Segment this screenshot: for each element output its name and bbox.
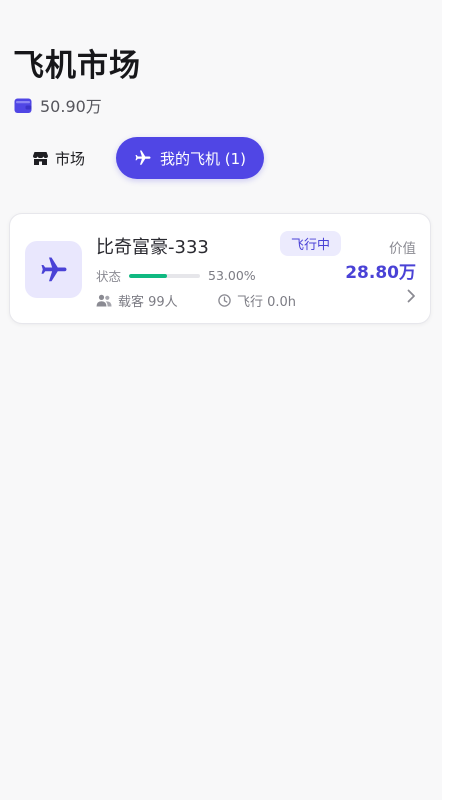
- plane-thumbnail: [25, 241, 82, 298]
- price-label: 价值: [389, 241, 416, 257]
- tab-market[interactable]: 市场: [16, 137, 101, 179]
- wallet-icon: [14, 98, 32, 113]
- store-icon: [33, 151, 48, 165]
- balance-value: 50.90万: [40, 97, 102, 116]
- airplane-icon: [41, 257, 66, 281]
- page-title: 飞机市场: [13, 48, 141, 84]
- price-value: 28.80万: [345, 263, 416, 283]
- chevron-right-icon[interactable]: [405, 288, 417, 304]
- balance-display: 50.90万: [14, 93, 102, 117]
- condition-bar-fill: [129, 273, 167, 278]
- status-badge: 飞行中: [280, 231, 342, 256]
- tab-market-label: 市场: [55, 149, 86, 168]
- tab-my-planes[interactable]: 我的飞机 (1): [116, 137, 265, 179]
- tab-bar: 市场 我的飞机 (1): [16, 136, 265, 180]
- right-edge: [442, 0, 450, 800]
- condition-bar: [129, 273, 201, 278]
- condition-row: 状态 53.00%: [96, 266, 256, 285]
- passengers-info: 载客 99人: [96, 291, 178, 310]
- tab-my-planes-label: 我的飞机 (1): [160, 149, 247, 168]
- clock-icon: [218, 294, 231, 307]
- plane-card[interactable]: 比奇富豪-333 飞行中 状态 53.00% 载客 99人 飞行 0.0h 价值…: [9, 213, 431, 324]
- condition-label: 状态: [96, 269, 122, 284]
- condition-value: 53.00%: [208, 268, 256, 283]
- screen: 飞机市场 50.90万 市场 我的飞机 (1) 比奇富豪-333 飞行中 状态 …: [0, 0, 442, 800]
- users-icon: [96, 294, 112, 307]
- flight-time-value: 飞行 0.0h: [237, 295, 297, 310]
- flight-time-info: 飞行 0.0h: [218, 291, 296, 310]
- passengers-value: 载客 99人: [118, 295, 178, 310]
- plane-name: 比奇富豪-333: [96, 237, 209, 258]
- airplane-icon: [135, 150, 151, 165]
